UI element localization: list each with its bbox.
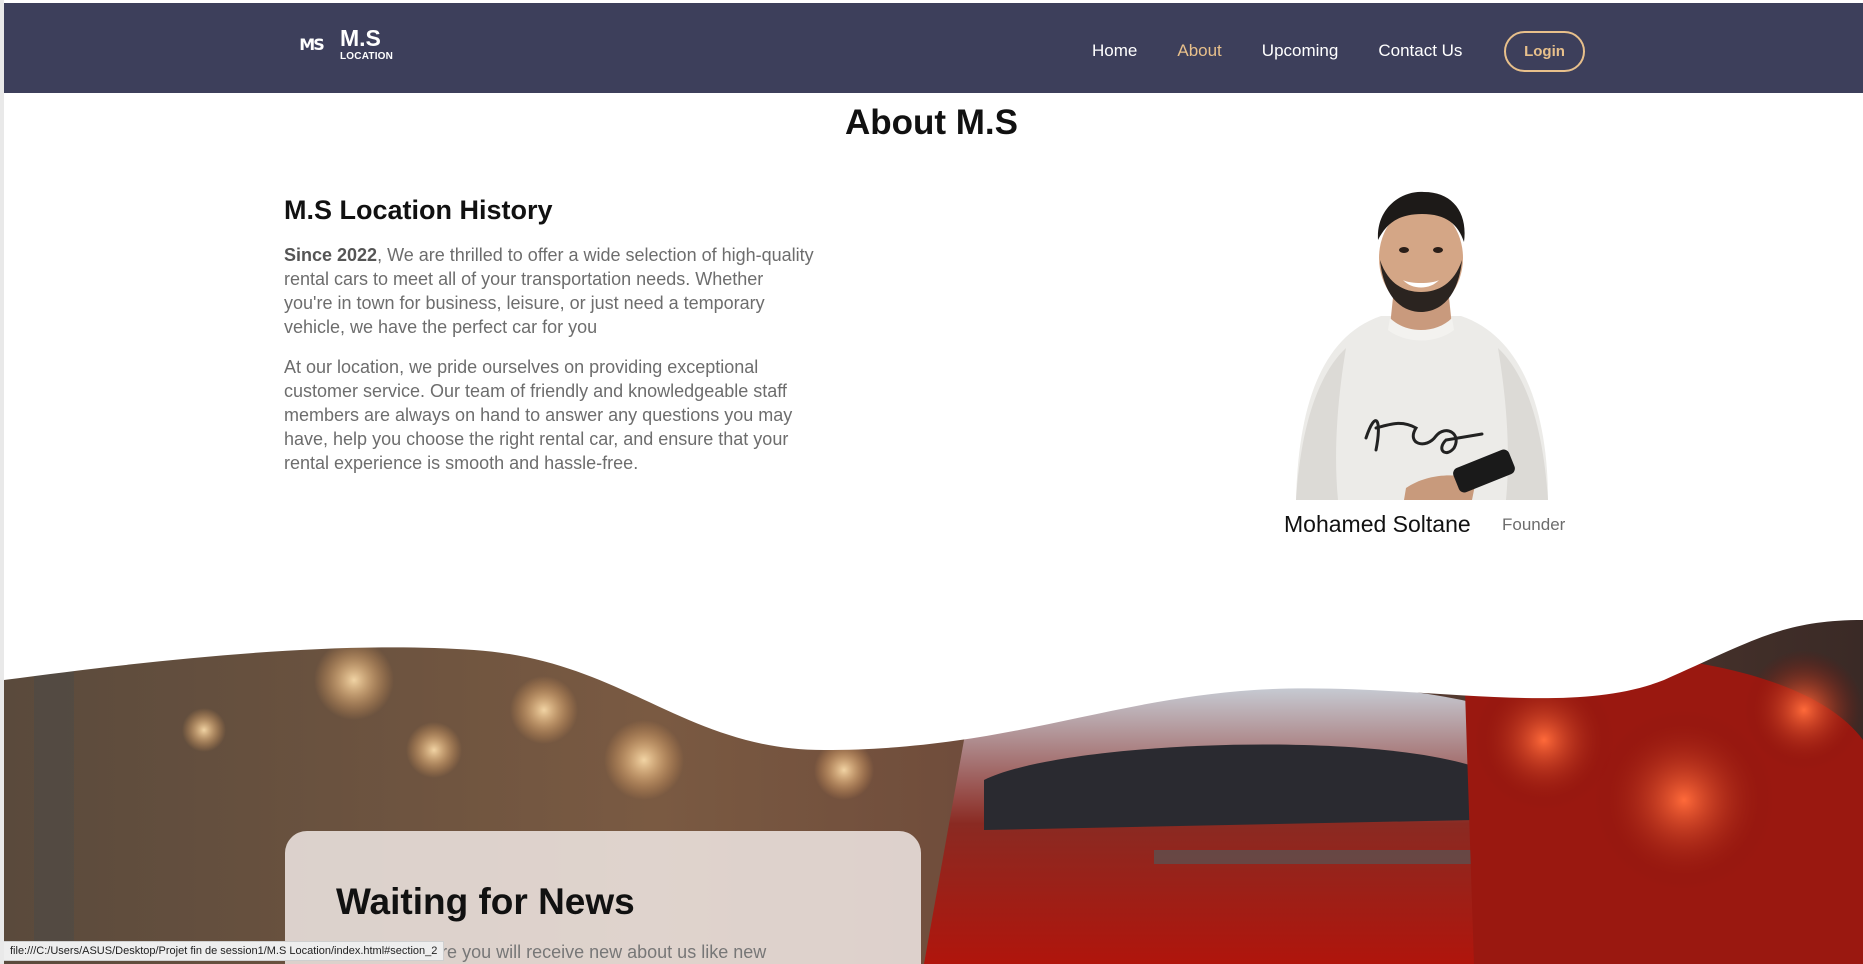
brand-subtitle: LOCATION <box>340 51 394 62</box>
newsletter-banner <box>4 620 1863 964</box>
page-title: About M.S <box>844 103 1019 142</box>
founder-name: Mohamed Soltane <box>1284 511 1471 537</box>
founder-role: Founder <box>1502 515 1566 534</box>
brand-name: M.S <box>340 25 381 51</box>
newsletter-title: Waiting for News <box>336 881 635 922</box>
car-background-image <box>4 620 1863 964</box>
brand-text: M.S LOCATION <box>340 27 393 62</box>
nav-upcoming[interactable]: Upcoming <box>1262 41 1339 61</box>
site-header: MS M.S LOCATION Home About Upcoming Cont… <box>4 3 1863 93</box>
nav-contact-us[interactable]: Contact Us <box>1378 41 1462 61</box>
history-paragraph-1: Since 2022, We are thrilled to offer a w… <box>284 243 814 339</box>
history-paragraph-2: At our location, we pride ourselves on p… <box>284 357 793 473</box>
nav-about[interactable]: About <box>1177 41 1221 61</box>
main-nav: Home About Upcoming Contact Us <box>1092 41 1502 61</box>
since-year: Since 2022 <box>284 245 378 265</box>
brand-mark-icon: MS <box>299 35 324 54</box>
browser-status-bar: file:///C:/Users/ASUS/Desktop/Projet fin… <box>4 941 445 961</box>
history-title: M.S Location History <box>284 195 553 225</box>
login-button[interactable]: Login <box>1504 31 1585 72</box>
founder-photo <box>1286 188 1556 500</box>
nav-home[interactable]: Home <box>1092 41 1137 61</box>
brand-logo[interactable]: MS M.S LOCATION <box>296 27 393 62</box>
